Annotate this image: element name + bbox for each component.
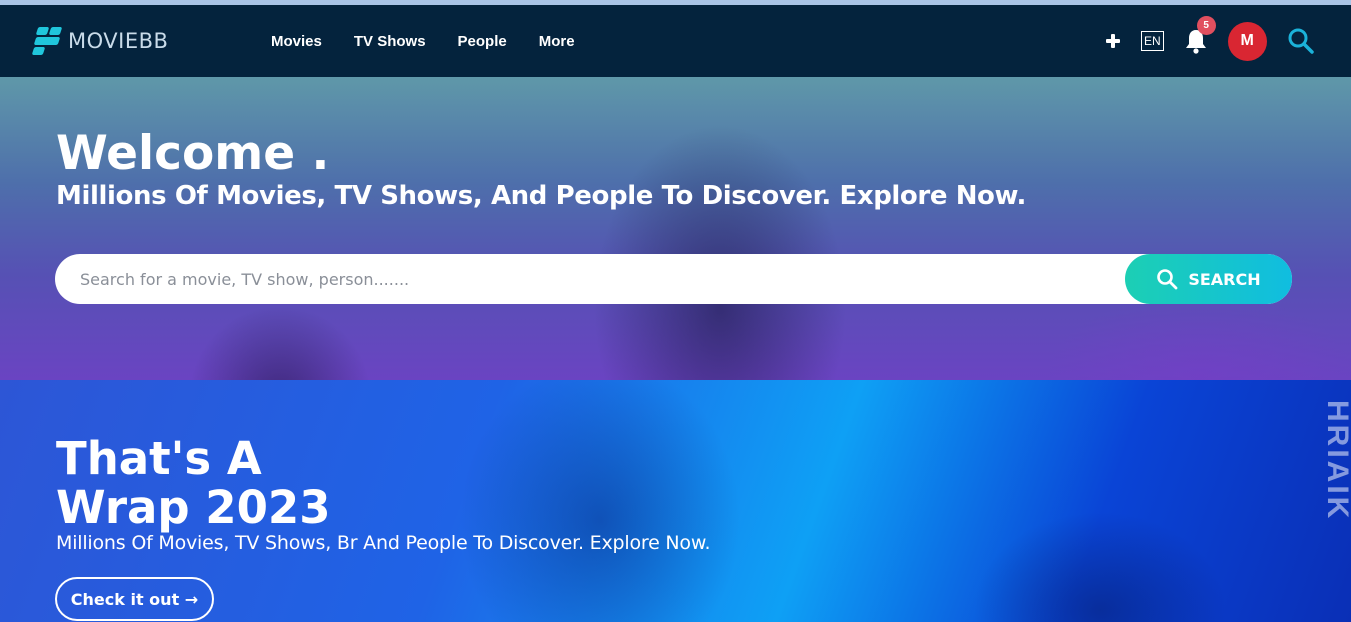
search-bar: SEARCH [55, 254, 1292, 304]
notifications-button[interactable]: 5 [1184, 16, 1216, 54]
nav-movies[interactable]: Movies [271, 33, 322, 50]
logo-text: MOVIEBB [68, 29, 169, 53]
search-toggle-button[interactable] [1287, 27, 1315, 55]
main-nav: Movies TV Shows People More [271, 5, 607, 77]
nav-people[interactable]: People [458, 33, 507, 50]
nav-tv-shows[interactable]: TV Shows [354, 33, 426, 50]
wrap-title-line1: That's A [56, 432, 262, 485]
wrap-title-line2: Wrap 2023 [56, 481, 331, 534]
logo-icon [31, 26, 63, 56]
wrap-title: That's A Wrap 2023 [56, 434, 331, 532]
site-logo[interactable]: MOVIEBB [31, 26, 169, 56]
hero-background-image [0, 77, 1351, 380]
search-button[interactable]: SEARCH [1125, 254, 1292, 304]
nav-actions: EN 5 M [1100, 5, 1315, 77]
search-input[interactable] [55, 254, 1125, 304]
language-button[interactable]: EN [1141, 31, 1164, 51]
wrap-subtitle: Millions Of Movies, TV Shows, Br And Peo… [56, 532, 711, 554]
plus-icon[interactable] [1100, 28, 1126, 54]
hero-subtitle: Millions Of Movies, TV Shows, And People… [56, 181, 1026, 211]
search-icon [1288, 28, 1314, 54]
search-button-label: SEARCH [1188, 269, 1261, 289]
top-navbar: MOVIEBB Movies TV Shows People More EN 5… [0, 5, 1351, 77]
wrap-2023-banner: That's A Wrap 2023 Millions Of Movies, T… [0, 380, 1351, 622]
notification-badge: 5 [1196, 16, 1216, 35]
user-avatar[interactable]: M [1227, 21, 1267, 61]
hero-title: Welcome . [56, 126, 330, 181]
background-poster-text: HRIAIK [1321, 400, 1351, 522]
nav-more[interactable]: More [539, 33, 575, 50]
hero-banner: Welcome . Millions Of Movies, TV Shows, … [0, 77, 1351, 380]
search-icon [1157, 269, 1178, 290]
check-it-out-button[interactable]: Check it out → [55, 577, 214, 621]
